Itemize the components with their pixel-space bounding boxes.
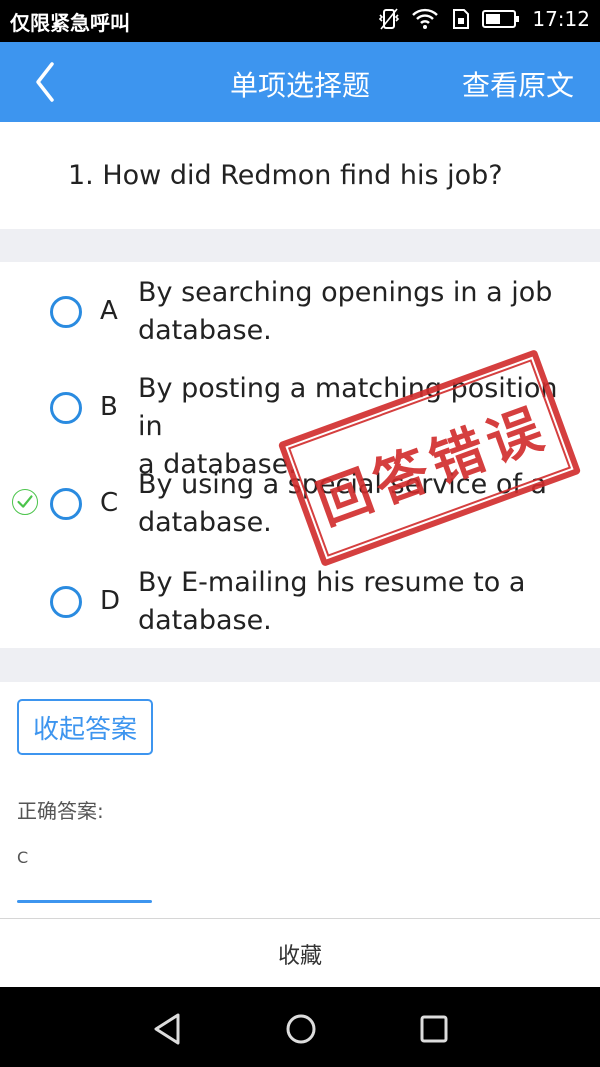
next-button-edge[interactable] <box>17 900 152 903</box>
status-icons: 17:12 <box>378 7 590 31</box>
chevron-left-icon <box>36 62 54 102</box>
option-d[interactable]: D By E-mailing his resume to a database. <box>0 552 600 648</box>
clock: 17:12 <box>532 7 590 31</box>
recents-square-icon[interactable] <box>414 1009 454 1049</box>
home-circle-icon[interactable] <box>281 1009 321 1049</box>
section-divider <box>0 648 600 682</box>
back-button[interactable] <box>26 60 66 104</box>
option-c[interactable]: C By using a special service of a databa… <box>0 454 600 550</box>
back-triangle-icon[interactable] <box>148 1009 188 1049</box>
favorite-button[interactable]: 收藏 <box>0 919 600 988</box>
question-text: 1. How did Redmon find his job? <box>68 160 503 191</box>
radio-c[interactable] <box>50 488 82 520</box>
battery-icon <box>482 10 520 28</box>
option-letter: D <box>100 586 121 616</box>
carrier-text: 仅限紧急呼叫 <box>10 11 130 35</box>
status-bar: 仅限紧急呼叫 17:12 <box>0 0 600 42</box>
sim-icon <box>453 9 470 29</box>
option-letter: C <box>100 488 119 518</box>
radio-a[interactable] <box>50 296 82 328</box>
bottom-bar: 收藏 <box>0 918 600 987</box>
view-original-button[interactable]: 查看原文 <box>462 64 574 104</box>
option-b[interactable]: B By posting a matching position in a da… <box>0 358 600 480</box>
option-a[interactable]: A By searching openings in a job databas… <box>0 262 600 358</box>
correct-answer-label: 正确答案: <box>17 799 104 823</box>
check-icon <box>12 489 38 515</box>
option-text: By using a special service of a database… <box>138 469 547 538</box>
options-list: A By searching openings in a job databas… <box>0 262 600 648</box>
section-divider <box>0 229 600 262</box>
navigation-bar <box>0 987 600 1067</box>
collapse-answer-button[interactable]: 收起答案 <box>17 699 153 755</box>
option-letter: B <box>100 392 118 422</box>
radio-d[interactable] <box>50 586 82 618</box>
radio-b[interactable] <box>50 392 82 424</box>
option-text: By E-mailing his resume to a database. <box>138 567 526 636</box>
correct-answer-value: C <box>17 848 29 867</box>
wifi-icon <box>412 8 439 29</box>
option-letter: A <box>100 296 118 326</box>
option-text: By searching openings in a job database. <box>138 277 553 346</box>
vibrate-icon <box>379 8 400 30</box>
header-bar: 单项选择题 查看原文 <box>0 42 600 122</box>
